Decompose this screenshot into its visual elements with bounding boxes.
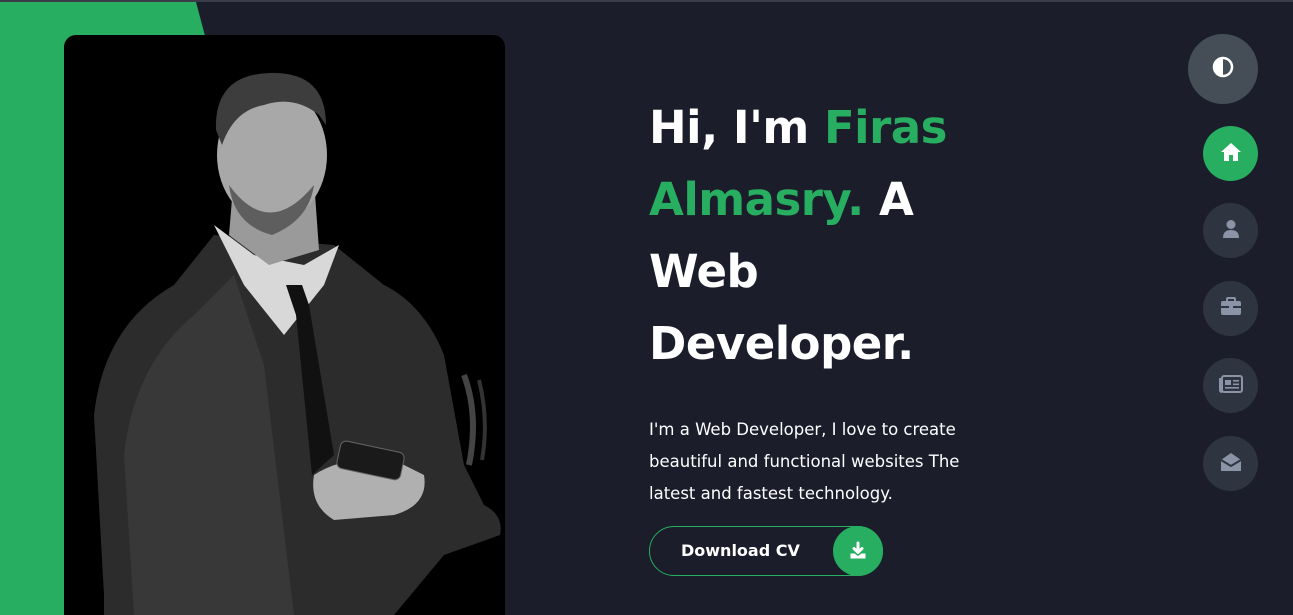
hero-section: Hi, I'm Firas Almasry. A Web Developer. …: [649, 92, 1029, 510]
greeting-text: Hi, I'm: [649, 101, 824, 154]
envelope-open-icon: [1219, 451, 1242, 477]
top-border: [0, 0, 1293, 2]
nav-portfolio-button[interactable]: [1203, 281, 1258, 336]
home-icon: [1220, 142, 1242, 166]
hero-description: I'm a Web Developer, I love to create be…: [649, 420, 960, 503]
download-icon: [833, 526, 883, 576]
nav-about-button[interactable]: [1203, 203, 1258, 258]
contrast-icon: [1212, 56, 1234, 82]
download-cv-label: Download CV: [681, 541, 800, 560]
download-cv-button[interactable]: Download CV: [649, 526, 883, 576]
briefcase-icon: [1220, 296, 1242, 321]
title-word-developer: Developer.: [649, 317, 914, 370]
newspaper-icon: [1218, 374, 1243, 397]
profile-photo: [64, 35, 505, 615]
name-first: Firas: [823, 101, 948, 154]
user-icon: [1222, 219, 1240, 243]
nav-blog-button[interactable]: [1203, 358, 1258, 413]
theme-toggle-button[interactable]: [1188, 34, 1258, 104]
title-word-a: A: [878, 173, 914, 226]
name-last: Almasry.: [649, 173, 864, 226]
title-word-web: Web: [649, 245, 759, 298]
nav-contact-button[interactable]: [1203, 436, 1258, 491]
nav-home-button[interactable]: [1203, 126, 1258, 181]
hero-heading: Hi, I'm Firas Almasry. A Web Developer.: [649, 92, 1029, 380]
